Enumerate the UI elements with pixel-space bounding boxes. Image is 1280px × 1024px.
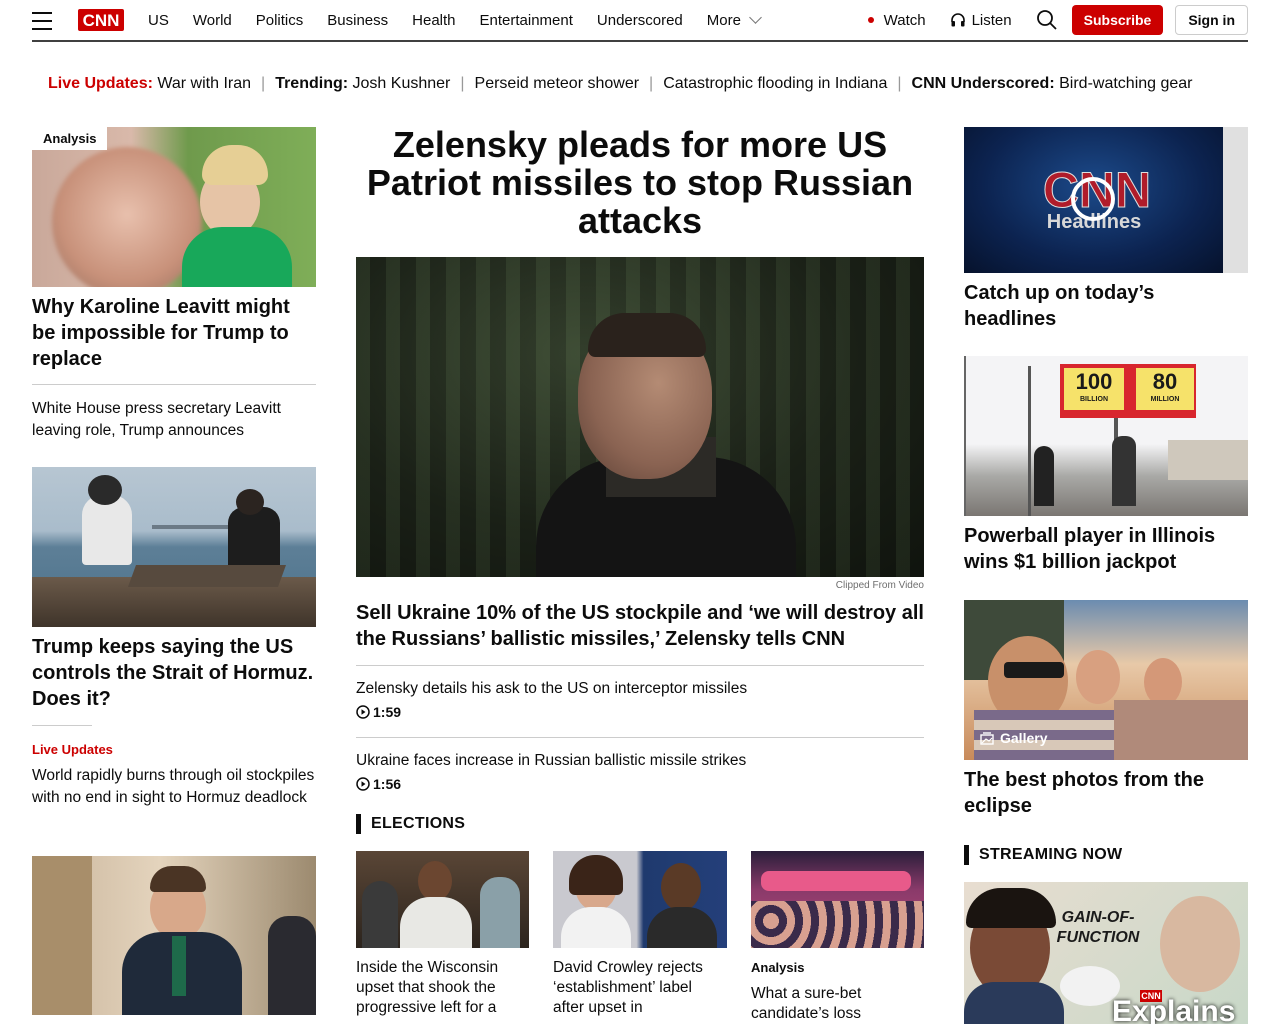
nav-world[interactable]: World [181, 12, 244, 29]
powerball-photo[interactable]: 100 BILLION 80 MILLION [964, 356, 1248, 516]
video-duration: 1:56 [356, 773, 924, 795]
nav-more-label: More [706, 11, 741, 29]
election-story-wisconsin[interactable]: Inside the Wisconsin upset that shook th… [356, 958, 530, 1018]
watch-link[interactable]: Watch [867, 11, 926, 29]
top-nav-bar: CNN US World Politics Business Health En… [32, 0, 1248, 42]
underscored-link[interactable]: Bird-watching gear [1059, 75, 1192, 93]
election-story-candidate[interactable]: What a sure-bet candidate’s loss [751, 984, 925, 1024]
trending-label: Trending: [275, 75, 349, 92]
nav-entertainment[interactable]: Entertainment [468, 12, 585, 29]
trending-link[interactable]: Josh Kushner [353, 75, 451, 93]
trending-bar: Live Updates: War with Iran | Trending: … [48, 75, 1193, 93]
header-actions: Watch Listen Subscribe Sign in [867, 0, 1248, 40]
wisconsin-photo[interactable] [356, 851, 529, 948]
live-updates-tag: Live Updates [32, 742, 113, 757]
listen-label: Listen [971, 11, 1012, 29]
live-updates-label: Live Updates: [48, 75, 153, 92]
headline-powerball[interactable]: Powerball player in Illinois wins $1 bil… [964, 523, 1248, 575]
live-dot-icon [867, 17, 874, 23]
watch-label: Watch [883, 11, 926, 29]
leavitt-trump-photo[interactable]: Analysis [32, 127, 316, 287]
video-link[interactable]: Zelensky details his ask to the US on in… [356, 678, 924, 723]
duration-label: 1:59 [373, 704, 402, 720]
cnn-explains-streaming-thumbnail[interactable]: GAIN-OF-FUNCTION CNN Explains [964, 882, 1248, 1024]
menu-icon[interactable] [32, 12, 54, 30]
trending-link[interactable]: Perseid meteor shower [475, 75, 640, 93]
headline-eclipse[interactable]: The best photos from the eclipse [964, 767, 1248, 819]
crowley-video-photo[interactable] [553, 851, 727, 948]
billboard-left-value: 100 BILLION [1064, 368, 1124, 410]
subheadline-leavitt[interactable]: White House press secretary Leavitt leav… [32, 398, 316, 442]
video-link[interactable]: Ukraine faces increase in Russian ballis… [356, 750, 924, 795]
subheadline-oil[interactable]: World rapidly burns through oil stockpil… [32, 765, 316, 809]
section-nav: US World Politics Business Health Entert… [148, 0, 772, 40]
billboard-left-number: 100 [1075, 369, 1113, 394]
listen-link[interactable]: Listen [950, 12, 1012, 29]
live-updates-link[interactable]: War with Iran [157, 75, 251, 93]
play-icon[interactable] [1071, 177, 1115, 221]
headlines-video-thumbnail[interactable]: CNN Headlines [964, 127, 1248, 273]
section-title-streaming[interactable]: STREAMING NOW [964, 845, 1122, 865]
duration-label: 1:56 [373, 776, 402, 792]
image-caption: Clipped From Video [835, 580, 924, 591]
gallery-icon [980, 731, 994, 745]
video-title: Zelensky details his ask to the US on in… [356, 680, 748, 697]
gallery-label: Gallery [1000, 730, 1048, 746]
nav-health[interactable]: Health [400, 12, 467, 29]
nav-business[interactable]: Business [315, 12, 400, 29]
divider [356, 665, 924, 666]
divider [32, 384, 316, 385]
chevron-down-icon [749, 11, 762, 24]
analysis-tag: Analysis [32, 127, 108, 150]
underscored-label: CNN Underscored: [911, 75, 1055, 92]
hormuz-photo[interactable] [32, 467, 316, 627]
streaming-brand-text: Explains [1112, 995, 1236, 1024]
streaming-overlay-text: GAIN-OF-FUNCTION [1056, 909, 1140, 946]
video-duration: 1:59 [356, 701, 924, 723]
trending-link[interactable]: Catastrophic flooding in Indiana [663, 75, 887, 93]
lead-headline[interactable]: Zelensky pleads for more US Patriot miss… [356, 126, 924, 240]
nav-politics[interactable]: Politics [244, 12, 316, 29]
headphones-icon [950, 13, 965, 27]
eclipse-gallery-photo[interactable]: Gallery [964, 600, 1248, 760]
analysis-tag: Analysis [751, 960, 805, 975]
subscribe-button[interactable]: Subscribe [1071, 5, 1164, 35]
subheadline-zelensky[interactable]: Sell Ukraine 10% of the US stockpile and… [356, 600, 924, 652]
nav-underscored[interactable]: Underscored [585, 12, 695, 29]
headline-leavitt[interactable]: Why Karoline Leavitt might be impossible… [32, 294, 316, 372]
election-night-photo[interactable] [751, 851, 924, 948]
section-title-elections[interactable]: ELECTIONS [356, 814, 465, 834]
sign-in-button[interactable]: Sign in [1175, 5, 1248, 35]
billboard-left-unit: BILLION [1080, 396, 1108, 403]
play-icon [356, 777, 370, 791]
billboard-right-number: 80 [1152, 369, 1178, 394]
video-title: Ukraine faces increase in Russian ballis… [356, 752, 747, 769]
zelensky-video-thumbnail[interactable] [356, 257, 924, 577]
play-icon [356, 705, 370, 719]
nav-more[interactable]: More [695, 11, 772, 29]
nav-us[interactable]: US [148, 12, 181, 29]
election-story-crowley[interactable]: David Crowley rejects ‘establishment’ la… [553, 958, 727, 1018]
congressman-photo[interactable] [32, 856, 316, 1015]
headline-hormuz[interactable]: Trump keeps saying the US controls the S… [32, 634, 316, 712]
divider [32, 725, 92, 726]
cnn-logo[interactable]: CNN [78, 9, 124, 31]
divider [356, 737, 924, 738]
billboard-right-value: 80 MILLION [1136, 368, 1194, 410]
headline-headlines[interactable]: Catch up on today’s headlines [964, 280, 1248, 332]
billboard-right-unit: MILLION [1150, 396, 1180, 403]
svg-text:CNN: CNN [83, 11, 120, 30]
gallery-tag: Gallery [980, 730, 1047, 746]
search-icon[interactable] [1036, 9, 1058, 31]
